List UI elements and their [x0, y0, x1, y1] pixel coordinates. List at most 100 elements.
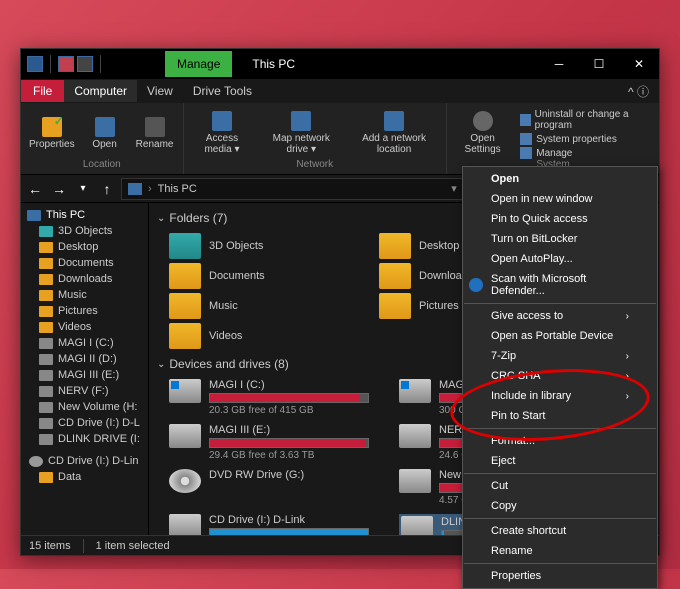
close-button[interactable]: ✕	[619, 49, 659, 79]
drive-tile[interactable]: MAGI I (C:)20.3 GB free of 415 GB	[169, 379, 369, 416]
folder-icon	[169, 263, 201, 289]
add-location-icon	[384, 111, 404, 131]
ctx-properties[interactable]: Properties	[463, 566, 657, 586]
system-properties-button[interactable]: System properties	[520, 133, 651, 145]
add-location-button[interactable]: Add a network location	[350, 107, 438, 159]
ctx-copy[interactable]: Copy	[463, 496, 657, 516]
context-menu: Open Open in new window Pin to Quick acc…	[462, 166, 658, 589]
ctx-defender[interactable]: Scan with Microsoft Defender...	[463, 269, 657, 301]
ctx-pin-start[interactable]: Pin to Start	[463, 406, 657, 426]
ribbon-group-system: Open Settings Uninstall or change a prog…	[447, 103, 659, 174]
folder-icon	[169, 233, 201, 259]
ctx-autoplay[interactable]: Open AutoPlay...	[463, 249, 657, 269]
contextual-tab-manage[interactable]: Manage	[165, 51, 232, 77]
sidebar-item-cd-drive[interactable]: CD Drive (I:) D-Lin	[21, 453, 148, 469]
drive-tools-tab[interactable]: Drive Tools	[183, 80, 262, 102]
history-dropdown[interactable]: ▾	[73, 179, 93, 199]
ctx-open-new-window[interactable]: Open in new window	[463, 189, 657, 209]
rename-button[interactable]: Rename	[135, 107, 175, 159]
forward-button[interactable]: →	[49, 179, 69, 199]
folder-tile[interactable]: Videos	[169, 323, 349, 349]
item-count: 15 items	[29, 540, 71, 552]
ctx-open[interactable]: Open	[463, 169, 657, 189]
qat-button[interactable]	[77, 56, 93, 72]
ribbon-collapse-button[interactable]: ^ ⓘ	[618, 79, 659, 104]
sidebar-item[interactable]: CD Drive (I:) D-L	[21, 415, 148, 431]
rename-icon	[145, 117, 165, 137]
sidebar-item[interactable]: DLINK DRIVE (I:	[21, 431, 148, 447]
drive-icon	[39, 338, 53, 349]
map-drive-button[interactable]: Map network drive ▾	[262, 107, 340, 159]
folder-icon	[39, 258, 53, 269]
ctx-include-library[interactable]: Include in library›	[463, 386, 657, 406]
sidebar-item[interactable]: 3D Objects	[21, 223, 148, 239]
properties-button[interactable]: Properties	[29, 107, 75, 159]
ctx-create-shortcut[interactable]: Create shortcut	[463, 521, 657, 541]
file-tab[interactable]: File	[21, 80, 64, 102]
sidebar-item[interactable]: MAGI III (E:)	[21, 367, 148, 383]
ctx-eject[interactable]: Eject	[463, 451, 657, 471]
folder-icon	[379, 293, 411, 319]
ctx-crc-sha[interactable]: CRC SHA›	[463, 366, 657, 386]
address-text: This PC	[158, 183, 197, 195]
window-title: This PC	[252, 57, 539, 71]
uninstall-icon	[520, 114, 530, 126]
uninstall-button[interactable]: Uninstall or change a program	[520, 109, 651, 131]
sidebar-item[interactable]: NERV (F:)	[21, 383, 148, 399]
up-button[interactable]: ↑	[97, 179, 117, 199]
back-button[interactable]: ←	[25, 179, 45, 199]
folder-icon	[39, 226, 53, 237]
sidebar-item[interactable]: New Volume (H:	[21, 399, 148, 415]
sidebar-item[interactable]: Pictures	[21, 303, 148, 319]
drive-icon	[39, 386, 53, 397]
gear-icon	[473, 111, 493, 131]
computer-tab[interactable]: Computer	[64, 80, 137, 102]
sidebar-item-data[interactable]: Data	[21, 469, 148, 485]
ctx-bitlocker[interactable]: Turn on BitLocker	[463, 229, 657, 249]
drive-icon	[169, 379, 201, 403]
cd-icon	[29, 456, 43, 467]
drive-tile[interactable]: CD Drive (I:) D-Link0 bytes free of 1.16…	[169, 514, 369, 535]
sidebar-item[interactable]: MAGI II (D:)	[21, 351, 148, 367]
sys-props-icon	[520, 133, 532, 145]
drive-tile[interactable]: MAGI III (E:)29.4 GB free of 3.63 TB	[169, 424, 369, 461]
pc-icon	[27, 210, 41, 221]
view-tab[interactable]: View	[137, 80, 183, 102]
folder-tile[interactable]: Documents	[169, 263, 349, 289]
sidebar-item[interactable]: Desktop	[21, 239, 148, 255]
maximize-button[interactable]: ☐	[579, 49, 619, 79]
properties-icon	[42, 117, 62, 137]
ctx-format[interactable]: Format...	[463, 431, 657, 451]
folder-icon	[169, 293, 201, 319]
open-button[interactable]: Open	[85, 107, 125, 159]
sidebar-item[interactable]: Videos	[21, 319, 148, 335]
folder-tile[interactable]: Music	[169, 293, 349, 319]
qat-button[interactable]	[58, 56, 74, 72]
manage-icon	[520, 147, 532, 159]
sidebar-item-this-pc[interactable]: This PC	[21, 207, 148, 223]
sidebar-item[interactable]: Downloads	[21, 271, 148, 287]
ctx-cut[interactable]: Cut	[463, 476, 657, 496]
folder-tile[interactable]: 3D Objects	[169, 233, 349, 259]
quick-access-toolbar	[21, 55, 105, 73]
sidebar-item[interactable]: Music	[21, 287, 148, 303]
ctx-portable[interactable]: Open as Portable Device	[463, 326, 657, 346]
drive-icon	[169, 469, 201, 493]
ctx-give-access[interactable]: Give access to›	[463, 306, 657, 326]
drive-icon	[39, 434, 53, 445]
ctx-7zip[interactable]: 7-Zip›	[463, 346, 657, 366]
ctx-rename[interactable]: Rename	[463, 541, 657, 561]
drive-tile[interactable]: DVD RW Drive (G:)	[169, 469, 369, 506]
open-settings-button[interactable]: Open Settings	[455, 107, 510, 159]
minimize-button[interactable]: ─	[539, 49, 579, 79]
sidebar-item[interactable]: Documents	[21, 255, 148, 271]
ribbon-group-label: Location	[29, 159, 175, 170]
folder-icon	[39, 242, 53, 253]
sidebar-item[interactable]: MAGI I (C:)	[21, 335, 148, 351]
selected-count: 1 item selected	[96, 540, 170, 552]
ctx-pin-quick-access[interactable]: Pin to Quick access	[463, 209, 657, 229]
address-bar[interactable]: › This PC ▾⟳	[121, 178, 481, 200]
manage-button[interactable]: Manage	[520, 147, 651, 159]
map-drive-icon	[291, 111, 311, 131]
access-media-button[interactable]: Access media ▾	[192, 107, 253, 159]
